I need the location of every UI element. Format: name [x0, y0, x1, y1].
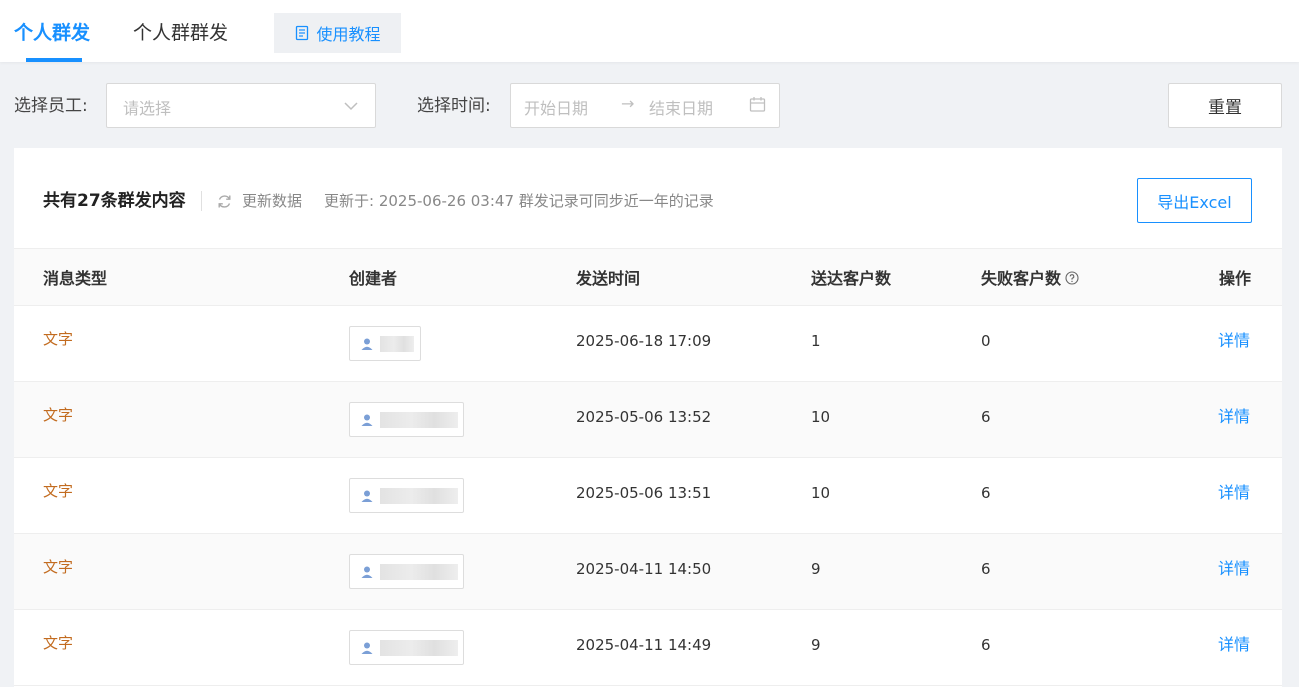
divider	[201, 191, 202, 211]
creator-tag	[349, 554, 464, 589]
employee-select[interactable]: 请选择	[106, 83, 376, 128]
reset-button[interactable]: 重置	[1168, 83, 1282, 128]
column-header-failed-label: 失败客户数	[981, 269, 1062, 288]
creator-tag	[349, 326, 421, 361]
column-header-message-type: 消息类型	[43, 269, 108, 288]
creator-name-redacted	[380, 411, 458, 428]
column-header-action: 操作	[1219, 269, 1252, 288]
active-tab-indicator	[26, 58, 82, 62]
creator-name-redacted	[380, 639, 458, 656]
date-range-picker[interactable]: 开始日期 → 结束日期	[510, 83, 780, 128]
message-type-cell: 文字	[43, 406, 74, 424]
user-icon	[361, 338, 373, 350]
broadcast-records-card: 共有27条群发内容 更新数据 更新于: 2025-06-26 03:47 群发记…	[14, 148, 1282, 687]
document-icon	[296, 25, 309, 41]
user-icon	[361, 490, 373, 502]
failed-count-cell: 6	[981, 560, 991, 578]
range-arrow-icon: →	[621, 94, 635, 113]
column-header-delivered: 送达客户数	[811, 269, 892, 288]
column-header-failed: 失败客户数	[981, 268, 1079, 290]
detail-link[interactable]: 详情	[1218, 558, 1250, 580]
time-filter-label: 选择时间:	[417, 96, 491, 116]
delivered-count-cell: 9	[811, 636, 821, 654]
calendar-icon	[749, 97, 766, 112]
send-time-cell: 2025-04-11 14:49	[576, 636, 712, 654]
delivered-count-cell: 10	[811, 484, 831, 502]
column-header-creator: 创建者	[349, 269, 398, 288]
failed-count-cell: 6	[981, 484, 991, 502]
message-type-cell: 文字	[43, 558, 74, 576]
column-header-send-time: 发送时间	[576, 269, 641, 288]
creator-name-redacted	[380, 335, 414, 352]
help-icon[interactable]	[1065, 271, 1079, 285]
table-row: 文字 2025-04-11 14:49 9 6 详情	[14, 610, 1282, 686]
start-date-input[interactable]: 开始日期	[524, 95, 588, 119]
failed-count-cell: 6	[981, 636, 991, 654]
chevron-down-icon	[344, 102, 358, 111]
failed-count-cell: 0	[981, 332, 991, 350]
creator-tag	[349, 630, 464, 665]
detail-link[interactable]: 详情	[1218, 406, 1250, 428]
updated-time-text: 更新于: 2025-06-26 03:47 群发记录可同步近一年的记录	[324, 192, 714, 210]
delivered-count-cell: 9	[811, 560, 821, 578]
table-row: 文字 2025-05-06 13:52 10 6 详情	[14, 382, 1282, 458]
tutorial-label: 使用教程	[316, 25, 381, 44]
creator-tag	[349, 478, 464, 513]
delivered-count-cell: 1	[811, 332, 821, 350]
table-header: 消息类型 创建者 发送时间 送达客户数 失败客户数 操作	[14, 248, 1282, 306]
employee-filter-label: 选择员工:	[14, 96, 88, 116]
delivered-count-cell: 10	[811, 408, 831, 426]
top-tab-bar: 个人群发 个人群群发 使用教程	[0, 0, 1299, 62]
creator-name-redacted	[380, 563, 458, 580]
send-time-cell: 2025-05-06 13:52	[576, 408, 712, 426]
refresh-icon[interactable]	[216, 193, 233, 210]
failed-count-cell: 6	[981, 408, 991, 426]
user-icon	[361, 414, 373, 426]
send-time-cell: 2025-04-11 14:50	[576, 560, 712, 578]
export-excel-button[interactable]: 导出Excel	[1137, 178, 1252, 223]
records-count-title: 共有27条群发内容	[43, 191, 186, 211]
detail-link[interactable]: 详情	[1218, 482, 1250, 504]
message-type-cell: 文字	[43, 330, 74, 348]
employee-select-placeholder: 请选择	[123, 99, 172, 118]
creator-name-redacted	[380, 487, 458, 504]
tab-personal-group-broadcast[interactable]: 个人群群发	[133, 20, 228, 46]
user-icon	[361, 566, 373, 578]
user-icon	[361, 642, 373, 654]
detail-link[interactable]: 详情	[1218, 330, 1250, 352]
end-date-input[interactable]: 结束日期	[649, 95, 713, 119]
tutorial-button[interactable]: 使用教程	[274, 13, 401, 53]
refresh-data-link[interactable]: 更新数据	[242, 190, 302, 212]
table-row: 文字 2025-04-11 14:50 9 6 详情	[14, 534, 1282, 610]
message-type-cell: 文字	[43, 634, 74, 652]
creator-tag	[349, 402, 464, 437]
table-row: 文字 2025-05-06 13:51 10 6 详情	[14, 458, 1282, 534]
message-type-cell: 文字	[43, 482, 74, 500]
send-time-cell: 2025-05-06 13:51	[576, 484, 712, 502]
table-row: 文字 2025-06-18 17:09 1 0 详情	[14, 306, 1282, 382]
detail-link[interactable]: 详情	[1218, 634, 1250, 656]
send-time-cell: 2025-06-18 17:09	[576, 332, 712, 350]
tab-personal-broadcast[interactable]: 个人群发	[14, 20, 90, 46]
